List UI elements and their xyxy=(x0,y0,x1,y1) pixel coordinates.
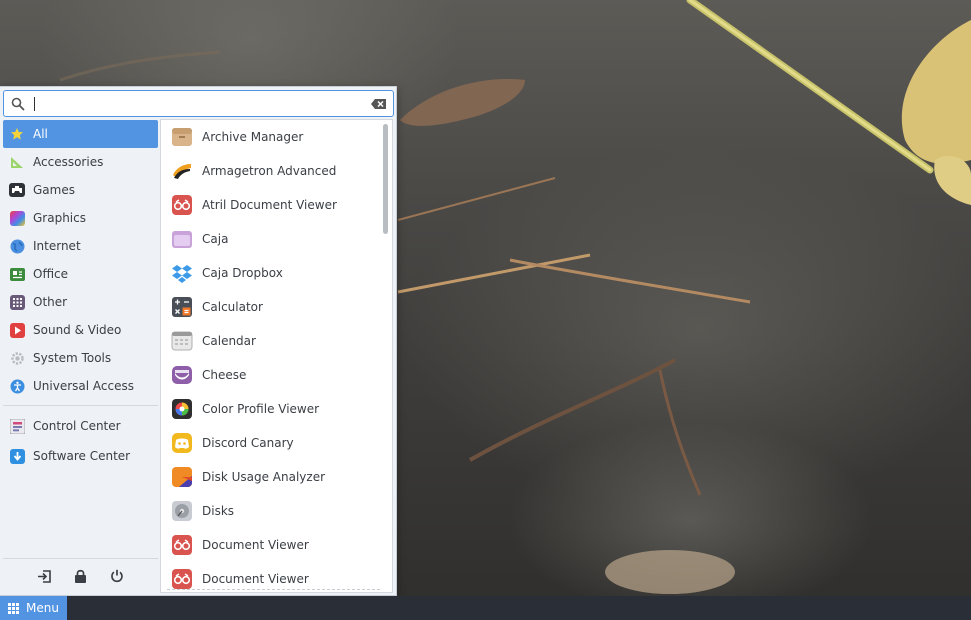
application-menu: All Accessories Games Graphics Internet xyxy=(0,86,397,596)
app-label: Armagetron Advanced xyxy=(202,164,337,178)
system-label: Control Center xyxy=(33,419,121,433)
app-item[interactable]: Disks xyxy=(161,494,392,528)
app-label: Disk Usage Analyzer xyxy=(202,470,326,484)
apps-grid-icon xyxy=(8,602,19,614)
category-label: All xyxy=(33,127,48,141)
category-system-tools[interactable]: System Tools xyxy=(3,344,158,372)
color-profile-icon xyxy=(171,398,193,420)
armagetron-icon xyxy=(171,160,193,182)
folder-icon xyxy=(171,228,193,250)
app-label: Document Viewer xyxy=(202,538,309,552)
category-label: Universal Access xyxy=(33,379,134,393)
play-icon xyxy=(9,322,25,338)
cheese-icon xyxy=(171,364,193,386)
app-label: Caja xyxy=(202,232,229,246)
power-icon[interactable] xyxy=(109,568,125,584)
calculator-icon xyxy=(171,296,193,318)
category-list: All Accessories Games Graphics Internet xyxy=(3,120,158,471)
category-all[interactable]: All xyxy=(3,120,158,148)
software-center-item[interactable]: Software Center xyxy=(3,441,158,471)
category-label: Other xyxy=(33,295,68,309)
app-label: Caja Dropbox xyxy=(202,266,283,280)
app-label: Calculator xyxy=(202,300,263,314)
taskbar: Menu xyxy=(0,596,971,620)
gamepad-icon xyxy=(9,182,25,198)
document-viewer-icon xyxy=(171,568,193,590)
category-universal-access[interactable]: Universal Access xyxy=(3,372,158,400)
control-center-icon xyxy=(9,418,25,434)
search-box[interactable] xyxy=(3,90,394,117)
search-input[interactable] xyxy=(35,91,365,116)
category-label: Graphics xyxy=(33,211,86,225)
document-viewer-icon xyxy=(171,534,193,556)
app-label: Color Profile Viewer xyxy=(202,402,320,416)
menu-button-label: Menu xyxy=(26,601,59,615)
app-item[interactable]: Color Profile Viewer xyxy=(161,392,392,426)
app-label: Atril Document Viewer xyxy=(202,198,337,212)
clear-search-icon[interactable] xyxy=(365,98,393,110)
app-item[interactable]: Disk Usage Analyzer xyxy=(161,460,392,494)
category-label: Games xyxy=(33,183,75,197)
session-actions xyxy=(3,563,158,589)
divider xyxy=(3,558,158,559)
system-label: Software Center xyxy=(33,449,131,463)
graphics-icon xyxy=(9,210,25,226)
calendar-icon xyxy=(171,330,193,352)
search-icon xyxy=(4,97,32,111)
list-end-indicator xyxy=(167,589,380,590)
app-item[interactable]: Atril Document Viewer xyxy=(161,188,392,222)
app-item[interactable]: Caja xyxy=(161,222,392,256)
category-label: Sound & Video xyxy=(33,323,122,337)
category-label: System Tools xyxy=(33,351,112,365)
app-label: Archive Manager xyxy=(202,130,304,144)
star-icon xyxy=(9,126,25,142)
globe-icon xyxy=(9,238,25,254)
category-graphics[interactable]: Graphics xyxy=(3,204,158,232)
category-accessories[interactable]: Accessories xyxy=(3,148,158,176)
app-item[interactable]: Armagetron Advanced xyxy=(161,154,392,188)
category-label: Accessories xyxy=(33,155,104,169)
application-list: Archive Manager Armagetron Advanced Atril … xyxy=(160,119,393,593)
software-center-icon xyxy=(9,448,25,464)
category-label: Office xyxy=(33,267,69,281)
app-label: Cheese xyxy=(202,368,247,382)
category-games[interactable]: Games xyxy=(3,176,158,204)
app-label: Discord Canary xyxy=(202,436,294,450)
app-item[interactable]: Discord Canary xyxy=(161,426,392,460)
office-icon xyxy=(9,266,25,282)
accessories-icon xyxy=(9,154,25,170)
category-sound-video[interactable]: Sound & Video xyxy=(3,316,158,344)
category-office[interactable]: Office xyxy=(3,260,158,288)
category-other[interactable]: Other xyxy=(3,288,158,316)
category-label: Internet xyxy=(33,239,81,253)
accessibility-icon xyxy=(9,378,25,394)
app-item[interactable]: Cheese xyxy=(161,358,392,392)
app-item[interactable]: Calculator xyxy=(161,290,392,324)
app-label: Calendar xyxy=(202,334,256,348)
gear-icon xyxy=(9,350,25,366)
archive-icon xyxy=(171,126,193,148)
menu-button[interactable]: Menu xyxy=(0,596,67,620)
app-item[interactable]: Caja Dropbox xyxy=(161,256,392,290)
document-viewer-icon xyxy=(171,194,193,216)
app-label: Document Viewer xyxy=(202,572,309,586)
app-label: Disks xyxy=(202,504,235,518)
divider xyxy=(3,405,158,406)
disk-usage-icon xyxy=(171,466,193,488)
control-center-item[interactable]: Control Center xyxy=(3,411,158,441)
app-item[interactable]: Document Viewer xyxy=(161,528,392,562)
grid-icon xyxy=(9,294,25,310)
scrollbar[interactable] xyxy=(383,124,388,234)
disks-icon xyxy=(171,500,193,522)
discord-icon xyxy=(171,432,193,454)
app-item[interactable]: Calendar xyxy=(161,324,392,358)
app-item[interactable]: Archive Manager xyxy=(161,120,392,154)
category-internet[interactable]: Internet xyxy=(3,232,158,260)
dropbox-icon xyxy=(171,262,193,284)
lock-icon[interactable] xyxy=(73,568,89,584)
logout-icon[interactable] xyxy=(37,568,53,584)
